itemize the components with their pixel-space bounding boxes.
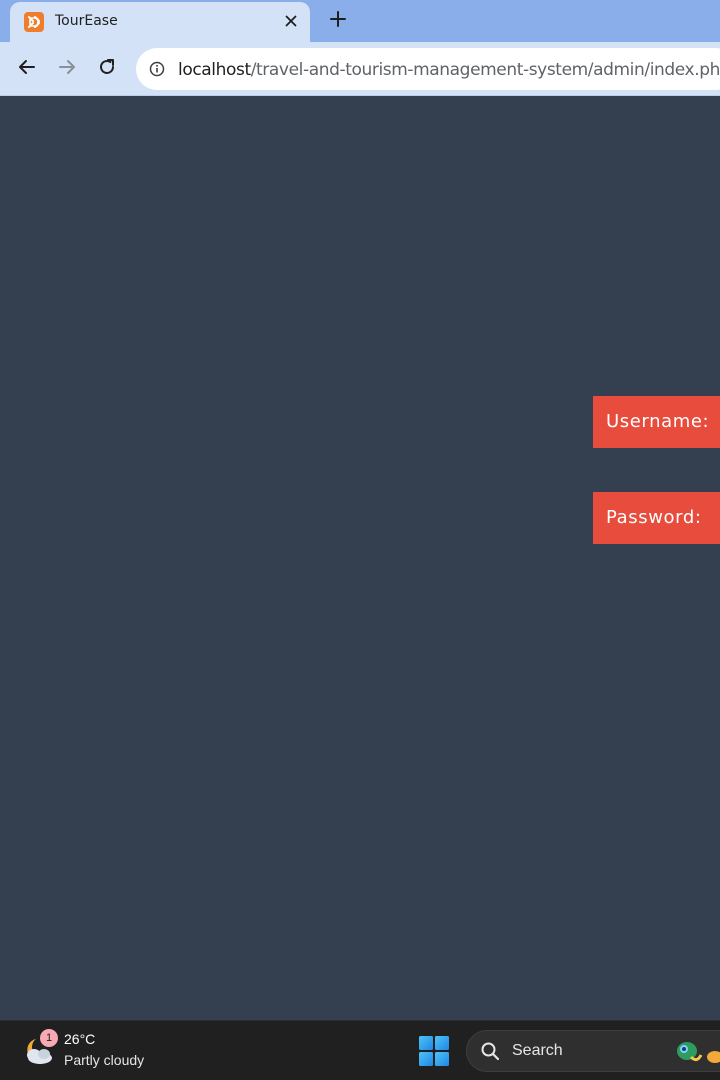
info-icon[interactable] [148, 60, 166, 78]
address-bar[interactable]: localhost/travel-and-tourism-management-… [136, 48, 720, 90]
search-label: Search [512, 1042, 563, 1059]
browser-tab-active[interactable]: TourEase [10, 2, 310, 42]
search-highlight-icon [673, 1037, 720, 1067]
taskbar-search[interactable]: Search [466, 1030, 720, 1072]
url-host: localhost [178, 60, 251, 80]
weather-temperature: 26°C [64, 1031, 96, 1047]
new-tab-button[interactable] [325, 8, 351, 34]
browser-tab-strip: TourEase [0, 0, 720, 42]
reload-button[interactable] [93, 55, 121, 83]
back-button[interactable] [13, 55, 41, 83]
url-text: localhost/travel-and-tourism-management-… [178, 60, 720, 80]
forward-button[interactable] [53, 55, 81, 83]
password-label: Password: [593, 492, 720, 544]
xampp-icon [24, 12, 44, 32]
search-icon [480, 1041, 500, 1061]
arrow-left-icon [17, 57, 37, 82]
start-button[interactable] [418, 1035, 450, 1067]
notification-badge: 1 [40, 1029, 58, 1047]
username-label: Username: [593, 396, 720, 448]
screen: TourEase localhost/travel-and-tourism-ma… [0, 0, 720, 1080]
tab-title: TourEase [55, 13, 118, 29]
browser-toolbar: localhost/travel-and-tourism-management-… [0, 42, 720, 96]
url-path: /travel-and-tourism-management-system/ad… [250, 60, 720, 80]
windows-start-icon [418, 1036, 450, 1071]
taskbar: 1 26°C Partly cloudy Search [0, 1020, 720, 1080]
reload-icon [97, 57, 117, 82]
plus-icon [329, 10, 347, 33]
weather-widget[interactable]: 1 26°C Partly cloudy [22, 1027, 182, 1075]
page-content: Username: Password: [0, 96, 720, 1020]
close-icon[interactable] [280, 10, 302, 32]
arrow-right-icon [57, 57, 77, 82]
weather-condition: Partly cloudy [64, 1052, 145, 1068]
